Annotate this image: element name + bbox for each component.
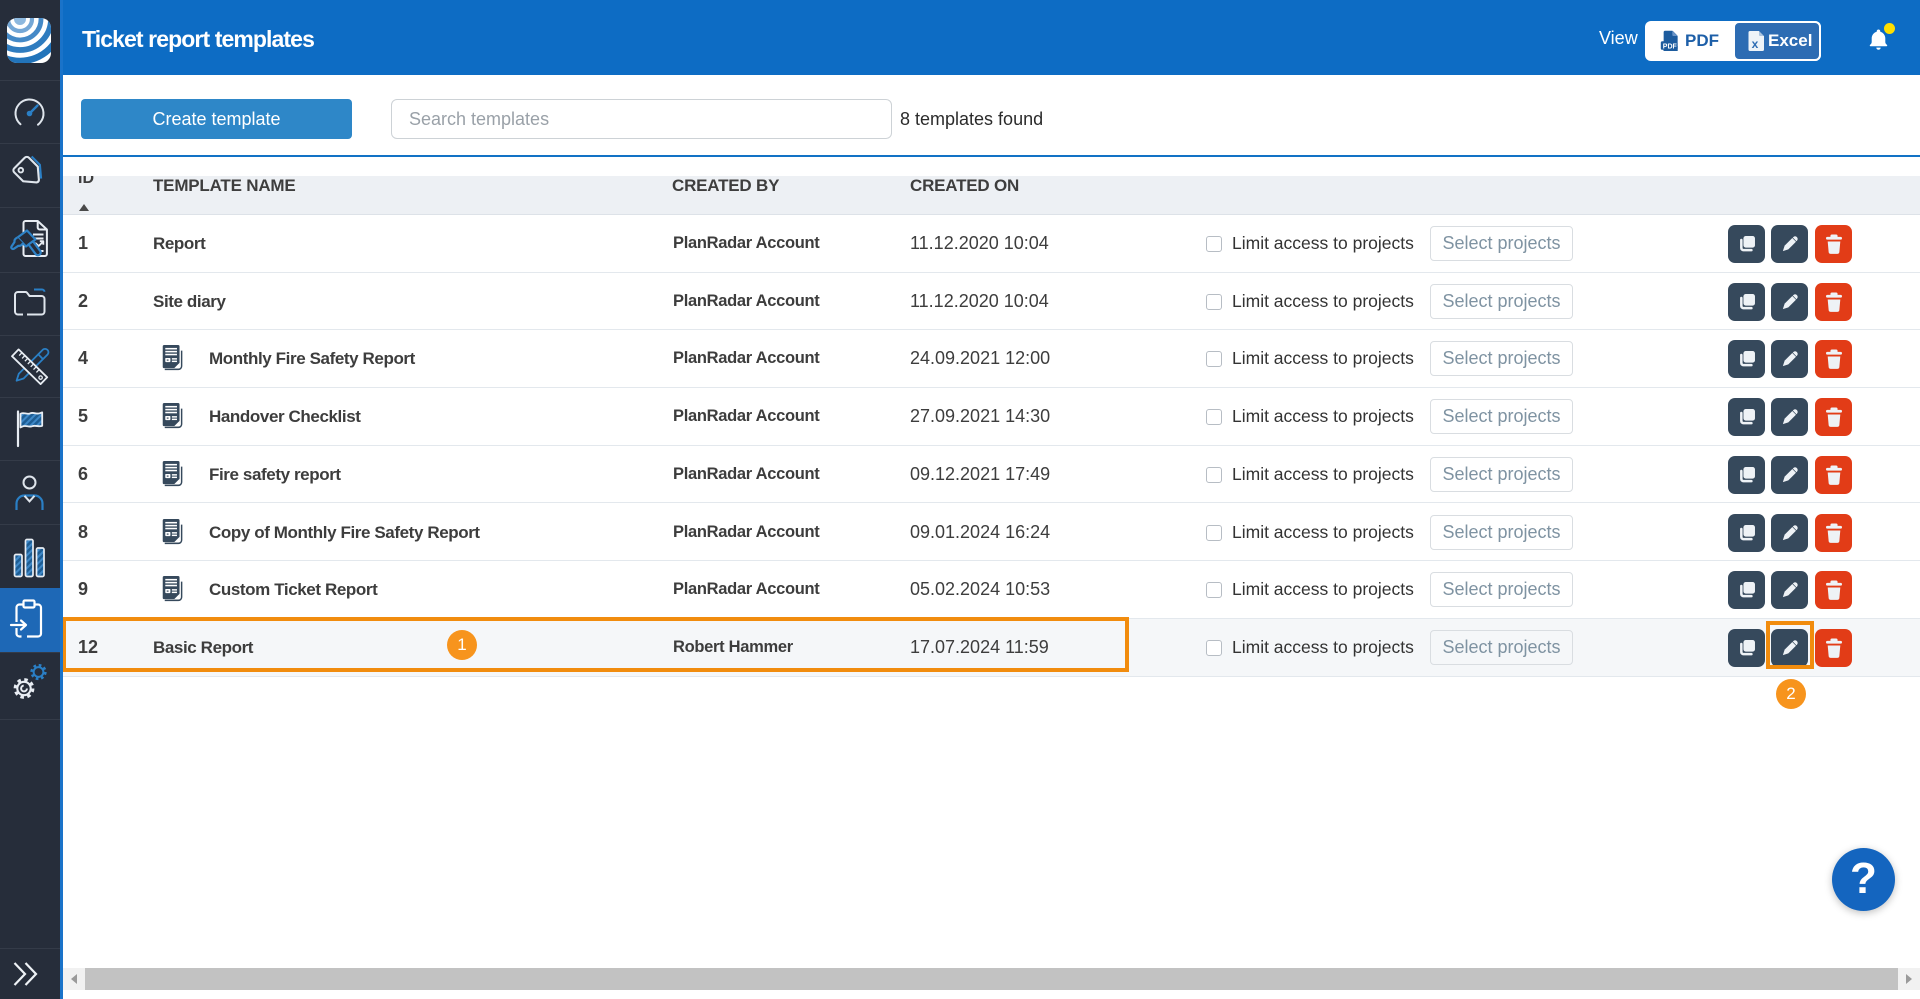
svg-text:PDF: PDF <box>1663 43 1678 50</box>
svg-text:x: x <box>1752 37 1759 51</box>
